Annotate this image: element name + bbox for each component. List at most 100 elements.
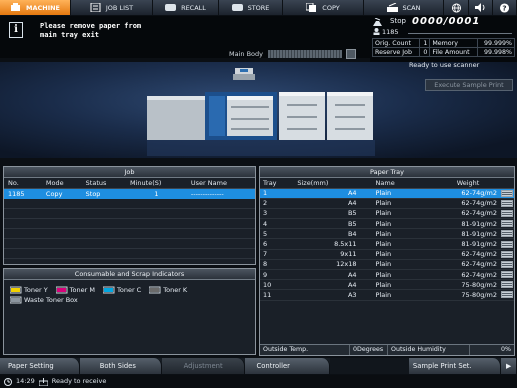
paper-level-icon xyxy=(501,220,513,228)
col-tray: Tray xyxy=(260,178,295,189)
adjustment-button[interactable]: Adjustment xyxy=(161,358,245,374)
divider xyxy=(408,33,512,34)
table-row[interactable] xyxy=(4,238,255,249)
tab-label: SCAN xyxy=(402,3,421,12)
toner-y-indicator[interactable]: Toner Y xyxy=(10,286,48,294)
help-button[interactable]: ? xyxy=(493,0,517,15)
cell-weight: 81-91g/m2 xyxy=(426,238,500,250)
cell-tray: 8 xyxy=(260,259,295,271)
printer-machine-illustration[interactable] xyxy=(147,66,375,158)
arrow-right-icon: ▶ xyxy=(506,362,512,370)
paper-tray-table: Tray Size(mm) Name Weight 1 A4 Plain 62-74g… xyxy=(260,178,514,301)
tab-copy[interactable]: COPY xyxy=(283,0,364,15)
toner-k-icon xyxy=(149,286,161,294)
paper-setting-button[interactable]: Paper Setting xyxy=(0,358,80,374)
cell-weight: 62-74g/m2 xyxy=(426,188,500,199)
status-line: 14:29 Ready to receive xyxy=(0,375,517,388)
cell-weight: 62-74g/m2 xyxy=(426,198,500,209)
tab-machine[interactable]: MACHINE xyxy=(0,0,71,15)
recall-icon xyxy=(165,4,177,11)
cell-tray: 7 xyxy=(260,249,295,260)
cell-tray: 4 xyxy=(260,218,295,230)
table-row[interactable]: 4 B5 Plain 81-91g/m2 xyxy=(260,218,514,230)
cell-name: Plain xyxy=(359,198,427,209)
toner-y-label: Toner Y xyxy=(24,286,48,294)
next-page-button[interactable]: ▶ xyxy=(501,358,517,374)
waste-toner-label: Waste Toner Box xyxy=(24,296,78,304)
table-row[interactable]: 9 A4 Plain 62-74g/m2 xyxy=(260,269,514,281)
toner-m-indicator[interactable]: Toner M xyxy=(55,286,95,294)
user-icon xyxy=(373,28,380,35)
toner-y-icon xyxy=(10,286,22,294)
receive-icon xyxy=(38,377,48,386)
consumables-panel: Consumable and Scrap Indicators Toner Y … xyxy=(3,268,256,355)
cell-size: A4 xyxy=(294,188,360,199)
execute-sample-print-button[interactable]: Execute Sample Print xyxy=(425,79,513,91)
cell-weight: 62-74g/m2 xyxy=(426,208,500,220)
tab-label: JOB LIST xyxy=(105,3,134,12)
table-row[interactable]: 10 A4 Plain 75-80g/m2 xyxy=(260,279,514,291)
toner-k-label: Toner K xyxy=(163,286,188,294)
sample-print-set-button[interactable]: Sample Print Set. xyxy=(408,358,502,374)
col-size: Size(mm) xyxy=(294,178,360,189)
table-row[interactable]: 8 12x18 Plain 62-74g/m2 xyxy=(260,259,514,271)
paper-level-cell xyxy=(500,228,514,240)
table-row[interactable] xyxy=(4,208,255,219)
consumables-panel-title: Consumable and Scrap Indicators xyxy=(4,269,255,280)
paper-level-cell xyxy=(500,238,514,250)
volume-button[interactable] xyxy=(469,0,493,15)
cell-tray: 10 xyxy=(260,279,295,291)
table-row[interactable] xyxy=(4,228,255,239)
cell-status: Stop xyxy=(81,188,127,199)
tab-store[interactable]: STORE xyxy=(219,0,283,15)
table-row[interactable] xyxy=(4,198,255,209)
memory-value: 99.999% xyxy=(476,38,516,48)
tab-label: MACHINE xyxy=(25,3,60,12)
table-row[interactable] xyxy=(4,218,255,229)
col-no: No. xyxy=(4,178,42,189)
tab-job-list[interactable]: JOB LIST xyxy=(71,0,153,15)
cell-weight: 81-91g/m2 xyxy=(426,228,500,240)
col-mode: Mode xyxy=(41,178,82,189)
table-row[interactable]: 5 B4 Plain 81-91g/m2 xyxy=(260,228,514,240)
table-row[interactable] xyxy=(4,248,255,259)
paper-level-icon xyxy=(501,281,513,289)
toner-c-icon xyxy=(102,286,115,294)
cell-name: Plain xyxy=(359,208,427,220)
outside-humidity-value: 0% xyxy=(501,346,511,353)
top-tab-bar: MACHINE JOB LIST RECALL STORE COPY SCAN … xyxy=(0,0,517,15)
toner-c-indicator[interactable]: Toner C xyxy=(102,286,141,294)
table-row[interactable]: 1185 Copy Stop 1 -------------- xyxy=(4,188,255,199)
language-button[interactable] xyxy=(444,0,469,15)
table-row[interactable]: 2 A4 Plain 62-74g/m2 xyxy=(260,198,514,209)
cell-minute: 1 xyxy=(126,188,187,199)
cell-size: A4 xyxy=(294,198,360,209)
cell-size: B4 xyxy=(294,228,360,240)
table-row[interactable]: 3 B5 Plain 62-74g/m2 xyxy=(260,208,514,220)
cell-name: Plain xyxy=(359,238,427,250)
table-row[interactable]: 1 A4 Plain 62-74g/m2 xyxy=(260,188,514,199)
table-row[interactable]: 6 8.5x11 Plain 81-91g/m2 xyxy=(260,238,514,250)
table-row[interactable]: 7 9x11 Plain 62-74g/m2 xyxy=(260,249,514,260)
cell-name: Plain xyxy=(359,279,427,291)
both-sides-button[interactable]: Both Sides xyxy=(79,358,162,374)
tab-scan[interactable]: SCAN xyxy=(364,0,444,15)
toner-m-label: Toner M xyxy=(69,286,95,294)
main-body-knob xyxy=(346,49,356,59)
cell-user: -------------- xyxy=(186,188,255,199)
waste-toner-indicator[interactable]: Waste Toner Box xyxy=(10,296,78,304)
job-counter: 0000/0001 xyxy=(412,16,481,27)
job-panel: Job No. Mode Status Minute(S) User Name … xyxy=(3,166,256,265)
table-row[interactable]: 11 A3 Plain 75-80g/m2 xyxy=(260,289,514,301)
controller-button[interactable]: Controller xyxy=(244,358,331,374)
toner-k-indicator[interactable]: Toner K xyxy=(149,286,187,294)
col-name: Name xyxy=(359,178,427,189)
tab-recall[interactable]: RECALL xyxy=(153,0,219,15)
col-minute: Minute(S) xyxy=(126,178,187,189)
cell-weight: 62-74g/m2 xyxy=(426,249,500,260)
cell-name: Plain xyxy=(359,259,427,271)
cell-weight: 81-91g/m2 xyxy=(426,218,500,230)
cell-tray: 11 xyxy=(260,289,295,301)
paper-level-icon xyxy=(501,291,513,299)
cell-tray: 5 xyxy=(260,228,295,240)
